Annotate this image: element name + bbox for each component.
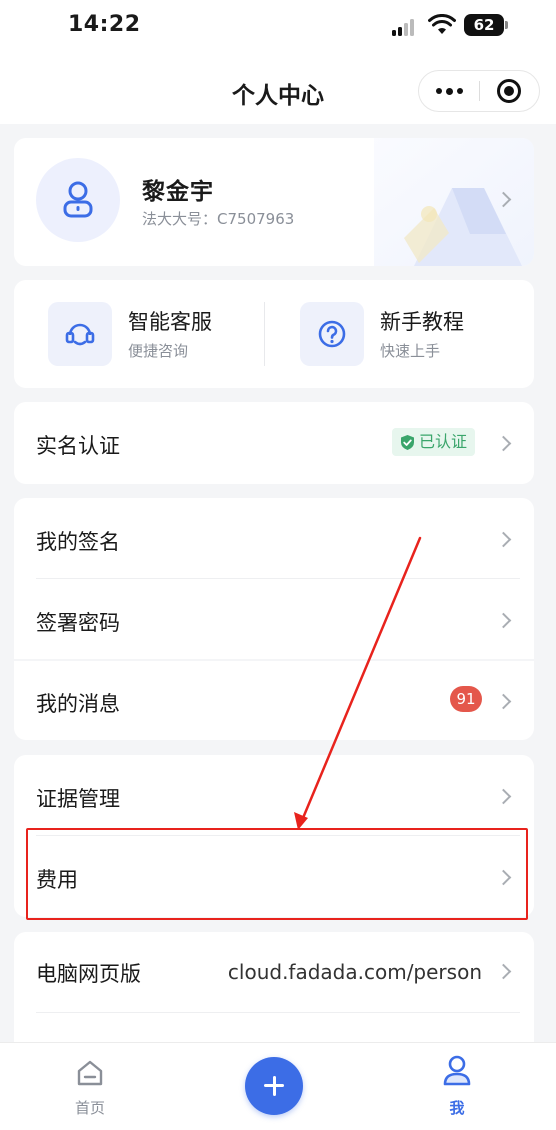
account-menu-card: 我的签名 签署密码 我的消息 91 xyxy=(14,498,534,740)
status-badge-text: 已认证 xyxy=(419,432,468,451)
unread-count-badge: 91 xyxy=(450,686,482,712)
mini-program-capsule xyxy=(418,70,540,112)
signal-icon xyxy=(392,18,418,36)
menu-item-evidence[interactable]: 证据管理 xyxy=(14,755,534,835)
profile-card[interactable]: 黎金宇 法大大号：C7507963 xyxy=(14,138,534,266)
nav-header: 个人中心 xyxy=(0,56,556,124)
status-badge: 已认证 xyxy=(392,428,476,456)
quick-action-subtitle: 快速上手 xyxy=(380,342,441,360)
battery-icon: 62 xyxy=(464,14,504,36)
menu-item-label: 实名认证 xyxy=(36,434,120,458)
chevron-right-icon xyxy=(495,693,512,710)
home-icon xyxy=(77,1060,103,1086)
status-bar: 14:22 62 xyxy=(0,0,556,56)
chevron-right-icon xyxy=(495,788,512,805)
menu-item-my-signature[interactable]: 我的签名 xyxy=(14,498,534,578)
tab-label: 首页 xyxy=(74,1099,105,1117)
quick-action-subtitle: 便捷咨询 xyxy=(128,342,189,360)
question-icon xyxy=(318,320,346,348)
profile-name: 黎金宇 xyxy=(142,179,214,205)
chevron-right-icon xyxy=(495,963,512,980)
menu-item-my-messages[interactable]: 我的消息 91 xyxy=(14,660,534,740)
chevron-right-icon xyxy=(495,612,512,629)
menu-item-label: 我的签名 xyxy=(36,530,120,554)
chevron-right-icon xyxy=(495,435,512,452)
menu-item-sign-password[interactable]: 签署密码 xyxy=(14,579,534,659)
quick-action-title: 智能客服 xyxy=(128,310,212,334)
web-version-url: cloud.fadada.com/person xyxy=(227,960,482,984)
annotation-highlight-box xyxy=(26,828,528,920)
quick-actions-card: 智能客服 便捷咨询 新手教程 快速上手 xyxy=(14,280,534,388)
decorative-illustration xyxy=(374,138,534,266)
quick-action-title: 新手教程 xyxy=(380,310,464,334)
status-time: 14:22 xyxy=(68,12,141,37)
profile-id-value: C7507963 xyxy=(217,210,295,228)
person-icon xyxy=(443,1055,471,1086)
tab-me[interactable]: 我 xyxy=(412,1043,502,1130)
user-avatar-icon xyxy=(63,181,93,218)
menu-item-label: 我的消息 xyxy=(36,692,120,716)
quick-actions-divider xyxy=(264,302,265,366)
avatar[interactable] xyxy=(36,158,120,242)
quick-action-icon-bg xyxy=(300,302,364,366)
wifi-icon xyxy=(428,14,456,34)
profile-id: 法大大号：C7507963 xyxy=(142,208,294,229)
more-icon[interactable] xyxy=(419,71,479,111)
menu-item-real-name[interactable]: 实名认证 已认证 xyxy=(14,402,534,484)
tab-home[interactable]: 首页 xyxy=(45,1043,135,1130)
menu-item-web-version[interactable]: 电脑网页版 cloud.fadada.com/person xyxy=(14,932,534,1012)
quick-action-icon-bg xyxy=(48,302,112,366)
battery-tip xyxy=(505,21,508,29)
tab-label: 我 xyxy=(449,1099,465,1117)
capsule-divider xyxy=(479,81,480,101)
menu-item-label: 签署密码 xyxy=(36,611,120,635)
menu-item-label: 电脑网页版 xyxy=(36,962,141,986)
tab-bar: 首页 我 xyxy=(0,1042,556,1130)
divider xyxy=(36,1012,520,1013)
headset-icon xyxy=(65,323,95,346)
close-target-icon[interactable] xyxy=(497,79,521,103)
add-icon[interactable] xyxy=(245,1057,303,1115)
web-version-card: 电脑网页版 cloud.fadada.com/person xyxy=(14,932,534,1042)
chevron-right-icon xyxy=(495,531,512,548)
shield-check-icon xyxy=(401,434,414,450)
profile-id-label: 法大大号： xyxy=(142,210,218,228)
menu-item-label: 证据管理 xyxy=(36,787,120,811)
